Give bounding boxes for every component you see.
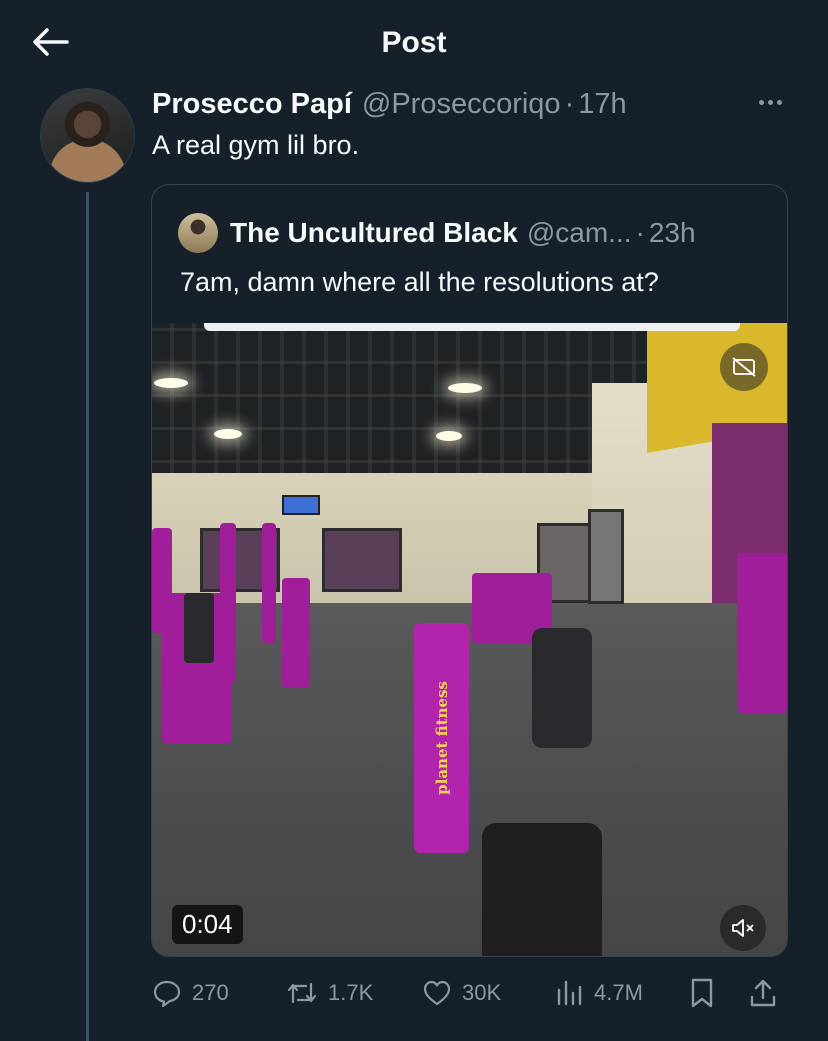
like-icon [423, 980, 451, 1006]
video-frame-top-edge [204, 323, 740, 331]
share-button[interactable] [748, 972, 778, 1014]
gym-machine [220, 523, 236, 683]
muted-speaker-icon [732, 919, 754, 937]
repost-icon [287, 982, 317, 1004]
ceiling-light [154, 378, 188, 388]
ceiling-light [214, 429, 242, 439]
like-count: 30K [462, 980, 502, 1005]
author-avatar[interactable] [40, 88, 135, 183]
quoted-author-row: The Uncultured Black @cam... · 23h [230, 213, 696, 253]
repost-count: 1.7K [328, 980, 374, 1005]
views-icon [557, 980, 582, 1006]
reply-button[interactable]: 270 [152, 972, 229, 1014]
gym-machine-seat [532, 628, 592, 748]
separator-dot: · [564, 87, 575, 120]
bookmark-icon [691, 978, 713, 1008]
quoted-post[interactable]: The Uncultured Black @cam... · 23h 7am, … [151, 184, 788, 957]
gym-machine [282, 578, 310, 688]
quoted-author-avatar [178, 213, 218, 253]
action-bar: 270 1.7K 30K 4.7M [152, 972, 788, 1014]
reply-count: 270 [192, 980, 229, 1005]
mute-toggle-button[interactable] [720, 905, 766, 951]
thread-line [86, 192, 89, 1041]
ceiling-light [448, 383, 482, 393]
repost-button[interactable]: 1.7K [286, 972, 373, 1014]
author-row: Prosecco Papí @Proseccoriqo · 17h [152, 86, 627, 122]
captions-button[interactable] [720, 343, 768, 391]
captions-off-icon [732, 357, 756, 377]
quoted-post-time: 23h [648, 217, 696, 248]
video-frame-floor [152, 603, 787, 956]
share-icon [750, 979, 776, 1007]
wall-window [322, 528, 402, 592]
wall-tv [282, 495, 320, 515]
brand-text: planet fitness [432, 681, 451, 795]
header: Post [0, 0, 828, 86]
bookmark-button[interactable] [688, 972, 716, 1014]
page-title: Post [381, 26, 447, 59]
author-name[interactable]: Prosecco Papí [152, 88, 352, 121]
post-time[interactable]: 17h [578, 88, 626, 121]
video-player[interactable]: planet fitness 0:04 [152, 323, 787, 956]
video-duration: 0:04 [172, 905, 243, 944]
quoted-post-text: 7am, damn where all the resolutions at? [180, 267, 659, 297]
view-count: 4.7M [594, 980, 643, 1005]
like-button[interactable]: 30K [422, 972, 501, 1014]
author-handle[interactable]: @Proseccoriqo [362, 88, 561, 121]
ceiling-light [436, 431, 462, 441]
quoted-separator-dot: · [635, 217, 645, 248]
views-button[interactable]: 4.7M [554, 972, 643, 1014]
quoted-author-handle: @cam... [526, 217, 632, 248]
post-screen: Post Prosecco Papí @Proseccoriqo · 17h A… [0, 0, 828, 1041]
reply-icon [153, 980, 181, 1008]
post-text: A real gym lil bro. [152, 130, 360, 160]
quoted-author-name: The Uncultured Black [230, 217, 518, 248]
gym-machine [152, 528, 172, 633]
more-icon [758, 99, 782, 105]
gym-machine-seat [184, 593, 214, 663]
gym-machine [262, 523, 276, 643]
wall-mirror [588, 509, 624, 604]
foreground-seat [482, 823, 602, 956]
gym-machine [737, 553, 787, 713]
more-options-button[interactable] [752, 90, 788, 114]
planet-fitness-machine: planet fitness [414, 623, 469, 853]
